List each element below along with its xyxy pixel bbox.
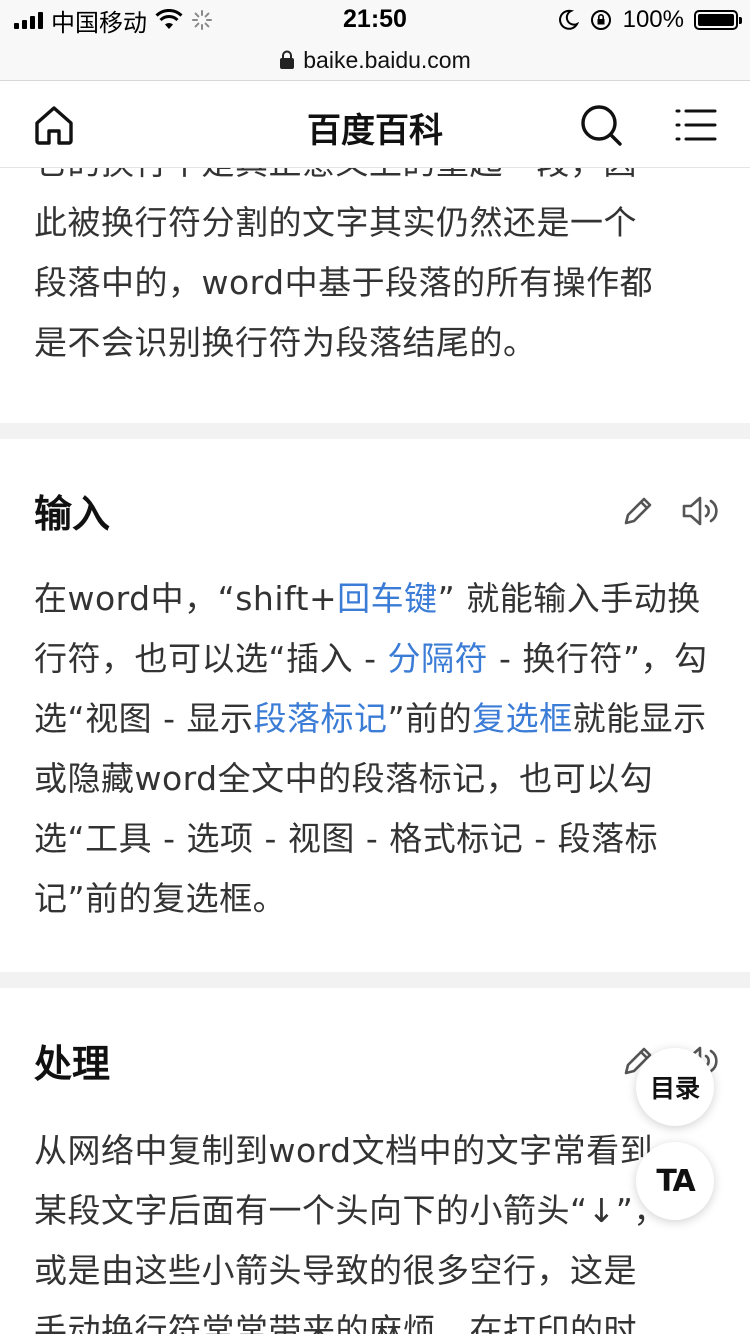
link-separator[interactable]: 分隔符 — [387, 639, 488, 678]
orientation-lock-icon — [590, 10, 611, 30]
toc-button[interactable]: 目录 — [636, 1048, 714, 1126]
text-line: 或是由这些小箭头导致的很多空行，这是 — [34, 1251, 637, 1290]
text-line: 是不会识别换行符为段落结尾的。 — [34, 323, 537, 362]
section-title-process: 处理 — [34, 1042, 111, 1086]
status-bar: 中国移动 21:50 100% — [0, 0, 750, 40]
section-divider — [0, 423, 750, 439]
url-bar[interactable]: baike.baidu.com — [0, 40, 750, 81]
status-right: 100% — [557, 6, 742, 34]
battery-percent: 100% — [622, 6, 684, 33]
ta-button-label: TA — [656, 1163, 695, 1199]
edit-icon[interactable] — [620, 493, 656, 529]
section-title-input: 输入 — [34, 492, 111, 536]
moon-icon — [558, 9, 579, 30]
speaker-icon[interactable] — [680, 493, 720, 529]
url-domain: baike.baidu.com — [303, 46, 471, 73]
section-actions — [620, 493, 720, 529]
link-paragraph-mark[interactable]: 段落标记 — [253, 699, 387, 738]
article-content: 它的换行不是真正意义上的重起一段，因 此被换行符分割的文字其实仍然还是一个 段落… — [0, 167, 750, 1334]
link-checkbox[interactable]: 复选框 — [472, 699, 573, 738]
site-title[interactable]: 百度百科 — [0, 103, 750, 152]
menu-icon[interactable] — [674, 103, 718, 147]
section-divider — [0, 972, 750, 988]
search-icon[interactable] — [578, 102, 624, 148]
toc-button-label: 目录 — [649, 1074, 700, 1103]
text-line: 此被换行符分割的文字其实仍然还是一个 — [34, 203, 637, 242]
text-span: 在word中，“shift+ — [34, 579, 338, 618]
lock-icon — [280, 50, 295, 69]
battery-icon — [694, 10, 742, 30]
app-header: 百度百科 — [0, 81, 750, 168]
link-enter-key[interactable]: 回车键 — [337, 579, 438, 618]
section-process-paragraph: 从网络中复制到word文档中的文字常看到 某段文字后面有一个头向下的小箭头“↓”… — [0, 1121, 750, 1334]
text-line: 它的换行不是真正意义上的重起一段，因 — [0, 167, 750, 193]
intro-paragraph: 它的换行不是真正意义上的重起一段，因 此被换行符分割的文字其实仍然还是一个 段落… — [0, 167, 750, 373]
text-line: 手动换行符常常带来的麻烦，在打印的时 — [34, 1311, 637, 1334]
text-line: 段落中的，word中基于段落的所有操作都 — [34, 263, 654, 302]
battery-level — [698, 14, 734, 26]
section-input-paragraph: 在word中，“shift+回车键” 就能输入手动换行符，也可以选“插入 - 分… — [0, 569, 750, 929]
ta-button[interactable]: TA — [636, 1142, 714, 1220]
text-span: ”前的 — [387, 699, 473, 738]
